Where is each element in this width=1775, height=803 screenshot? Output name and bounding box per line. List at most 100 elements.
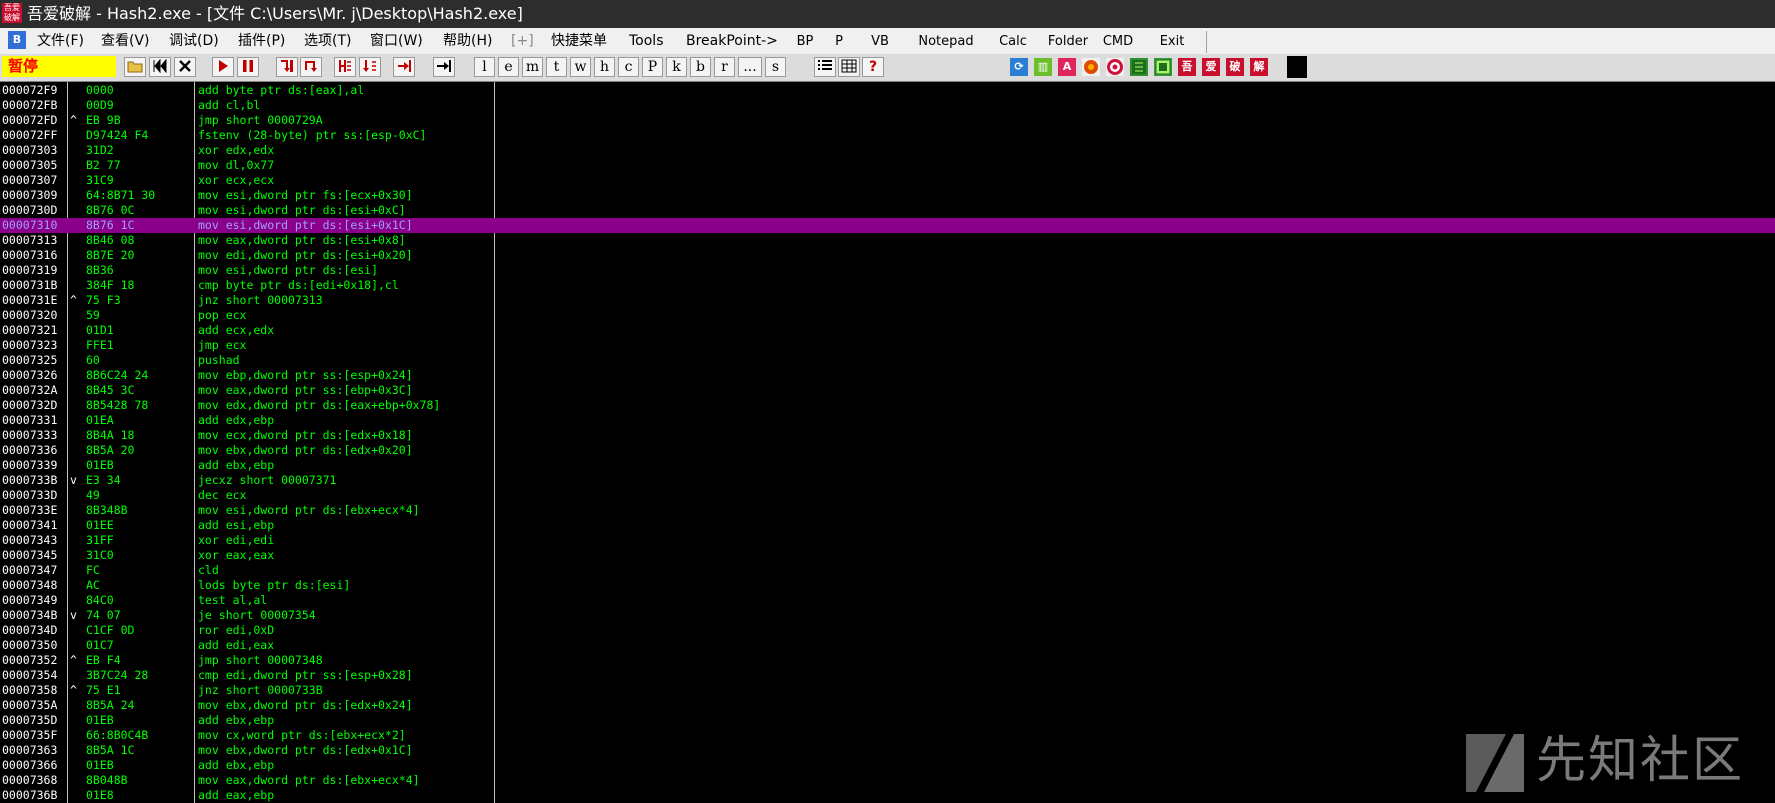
plugin-p-button[interactable]: P xyxy=(822,31,857,53)
plugin-vb-button[interactable]: VB xyxy=(856,31,905,53)
modules-window-button[interactable]: e xyxy=(498,57,519,77)
trace-over-icon[interactable] xyxy=(359,57,381,77)
instruction-row[interactable]: 00007343 31FF xor edi,edi xyxy=(0,533,1775,548)
instruction-row[interactable]: 00007326 8B6C24 24 mov ebp,dword ptr ss:[e… xyxy=(0,368,1775,383)
trace-into-icon[interactable] xyxy=(334,57,356,77)
instruction-row[interactable]: 00007331 01EA add edx,ebp xyxy=(0,413,1775,428)
instruction-row[interactable]: 00007349 84C0 test al,al xyxy=(0,593,1775,608)
instruction-row[interactable]: 00007307 31C9 xor ecx,ecx xyxy=(0,173,1775,188)
instruction-row[interactable]: 0000732A 8B45 3C mov eax,dword ptr ss:[ebp… xyxy=(0,383,1775,398)
menu-breakpoint[interactable]: BreakPoint-> xyxy=(686,31,778,51)
open-folder-icon[interactable] xyxy=(124,57,146,77)
instruction-row[interactable]: 0000731E ^ 75 F3 jnz short 00007313 xyxy=(0,293,1775,308)
plugin-folder-button[interactable]: Folder xyxy=(1038,31,1099,53)
instruction-row[interactable]: 00007345 31C0 xor eax,eax xyxy=(0,548,1775,563)
instruction-row[interactable]: 00007333 8B4A 18 mov ecx,dword ptr ds:[edx… xyxy=(0,428,1775,443)
plugin-calc-button[interactable]: Calc xyxy=(988,31,1039,53)
system-menu-icon[interactable]: B xyxy=(8,31,26,49)
brand-ai-icon[interactable]: 爱 xyxy=(1202,58,1220,76)
brand-po-icon[interactable]: 破 xyxy=(1226,58,1244,76)
pause-icon[interactable] xyxy=(237,57,259,77)
instruction-row[interactable]: 00007325 60 pushad xyxy=(0,353,1775,368)
black-swatch-icon[interactable] xyxy=(1287,56,1307,78)
menu-file[interactable]: 文件(F) xyxy=(37,31,84,51)
menu-tools[interactable]: Tools xyxy=(629,31,664,51)
step-into-icon[interactable] xyxy=(276,57,298,77)
instruction-row[interactable]: 00007348 AC lods byte ptr ds:[esi] xyxy=(0,578,1775,593)
instruction-row[interactable]: 00007305 B2 77 mov dl,0x77 xyxy=(0,158,1775,173)
target-icon[interactable] xyxy=(1106,58,1124,76)
plugin-dll-icon[interactable]: ▥ xyxy=(1034,58,1052,76)
menu-options[interactable]: 选项(T) xyxy=(304,31,351,51)
grid-plugin-icon[interactable] xyxy=(1154,58,1172,76)
handles-window-button[interactable]: h xyxy=(594,57,615,77)
help-button[interactable]: ? xyxy=(862,57,884,77)
execute-till-return-icon[interactable] xyxy=(393,57,415,77)
instruction-row[interactable]: 000072F9 0000 add byte ptr ds:[eax],al xyxy=(0,83,1775,98)
instruction-row[interactable]: 00007323 FFE1 jmp ecx xyxy=(0,338,1775,353)
instruction-row[interactable]: 000072FB 00D9 add cl,bl xyxy=(0,98,1775,113)
instruction-row[interactable]: 00007354 3B7C24 28 cmp edi,dword ptr ss:[e… xyxy=(0,668,1775,683)
grid-view-icon[interactable] xyxy=(838,57,860,77)
breakpoints-window-button[interactable]: b xyxy=(690,57,711,77)
threads-window-button[interactable]: t xyxy=(546,57,567,77)
references-window-button[interactable]: r xyxy=(714,57,735,77)
instruction-row[interactable]: 0000731B 384F 18 cmp byte ptr ds:[edi+0x18… xyxy=(0,278,1775,293)
source-window-button[interactable]: s xyxy=(765,57,786,77)
instruction-row[interactable]: 00007303 31D2 xor edx,edx xyxy=(0,143,1775,158)
memory-map-button[interactable]: m xyxy=(522,57,543,77)
refresh-icon[interactable]: ⟳ xyxy=(1010,58,1028,76)
log-window-button[interactable]: l xyxy=(474,57,495,77)
instruction-row[interactable]: 00007350 01C7 add edi,eax xyxy=(0,638,1775,653)
instruction-row[interactable]: 00007320 59 pop ecx xyxy=(0,308,1775,323)
instruction-row[interactable]: 00007319 8B36 mov esi,dword ptr ds:[esi] xyxy=(0,263,1775,278)
brand-jie-icon[interactable]: 解 xyxy=(1250,58,1268,76)
plugin-cmd-button[interactable]: CMD xyxy=(1098,31,1139,53)
step-over-icon[interactable] xyxy=(300,57,322,77)
plugin-notepad-button[interactable]: Notepad xyxy=(904,31,989,53)
instruction-row[interactable]: 0000734D C1CF 0D ror edi,0xD xyxy=(0,623,1775,638)
menu-view[interactable]: 查看(V) xyxy=(101,31,150,51)
instruction-row[interactable]: 0000732D 8B5428 78 mov edx,dword ptr ds:[e… xyxy=(0,398,1775,413)
menu-debug[interactable]: 调试(D) xyxy=(169,31,219,51)
instruction-row[interactable]: 00007339 01EB add ebx,ebp xyxy=(0,458,1775,473)
list-view-icon[interactable] xyxy=(814,57,836,77)
menu-plugins[interactable]: 插件(P) xyxy=(238,31,285,51)
instruction-row[interactable]: 00007352 ^ EB F4 jmp short 00007348 xyxy=(0,653,1775,668)
brand-wu-icon[interactable]: 吾 xyxy=(1178,58,1196,76)
record-icon[interactable] xyxy=(1082,58,1100,76)
a-plugin-icon[interactable]: A xyxy=(1058,58,1076,76)
instruction-row[interactable]: 0000733E 8B348B mov esi,dword ptr ds:[ebx+… xyxy=(0,503,1775,518)
instruction-row[interactable]: 00007336 8B5A 20 mov ebx,dword ptr ds:[edx… xyxy=(0,443,1775,458)
instruction-row[interactable]: 0000734B v 74 07 je short 00007354 xyxy=(0,608,1775,623)
menu-shortcuts[interactable]: 快捷菜单 xyxy=(551,31,607,51)
plugin-bp-button[interactable]: BP xyxy=(788,31,823,53)
instruction-row[interactable]: 00007321 01D1 add ecx,edx xyxy=(0,323,1775,338)
instruction-row[interactable]: 00007358 ^ 75 E1 jnz short 0000733B xyxy=(0,683,1775,698)
instruction-row[interactable]: 0000730D 8B76 0C mov esi,dword ptr ds:[esi… xyxy=(0,203,1775,218)
menu-window[interactable]: 窗口(W) xyxy=(370,31,423,51)
binary-icon[interactable] xyxy=(1130,58,1148,76)
instruction-row[interactable]: 00007316 8B7E 20 mov edi,dword ptr ds:[esi… xyxy=(0,248,1775,263)
plugin-exit-button[interactable]: Exit xyxy=(1138,31,1207,53)
instruction-row[interactable]: 00007309 64:8B71 30 mov esi,dword ptr fs:[… xyxy=(0,188,1775,203)
instruction-row[interactable]: 0000733B v E3 34 jecxz short 00007371 xyxy=(0,473,1775,488)
instruction-row[interactable]: 000072FD ^ EB 9B jmp short 0000729A xyxy=(0,113,1775,128)
cpu-window-button[interactable]: c xyxy=(618,57,639,77)
call-stack-button[interactable]: k xyxy=(666,57,687,77)
menu-help[interactable]: 帮助(H) xyxy=(443,31,492,51)
go-to-icon[interactable] xyxy=(433,57,455,77)
instruction-row[interactable]: 00007341 01EE add esi,ebp xyxy=(0,518,1775,533)
run-trace-button[interactable]: ... xyxy=(738,57,762,77)
menu-expand[interactable]: [+] xyxy=(511,31,534,51)
run-icon[interactable] xyxy=(212,57,234,77)
instruction-row[interactable]: 0000735A 8B5A 24 mov ebx,dword ptr ds:[edx… xyxy=(0,698,1775,713)
disassembly-pane[interactable]: 000072F9 0000 add byte ptr ds:[eax],al 0000… xyxy=(0,82,1775,803)
close-icon[interactable] xyxy=(174,57,196,77)
instruction-row[interactable]: 00007313 8B46 08 mov eax,dword ptr ds:[esi… xyxy=(0,233,1775,248)
instruction-row[interactable]: 000072FF D97424 F4 fstenv (28-byte) ptr ss… xyxy=(0,128,1775,143)
selected-instruction-row[interactable]: 00007310 8B76 1C mov esi,dword ptr ds:[esi… xyxy=(0,218,1775,233)
instruction-row[interactable]: 00007347 FC cld xyxy=(0,563,1775,578)
restart-icon[interactable] xyxy=(149,57,171,77)
patches-window-button[interactable]: P xyxy=(642,57,663,77)
